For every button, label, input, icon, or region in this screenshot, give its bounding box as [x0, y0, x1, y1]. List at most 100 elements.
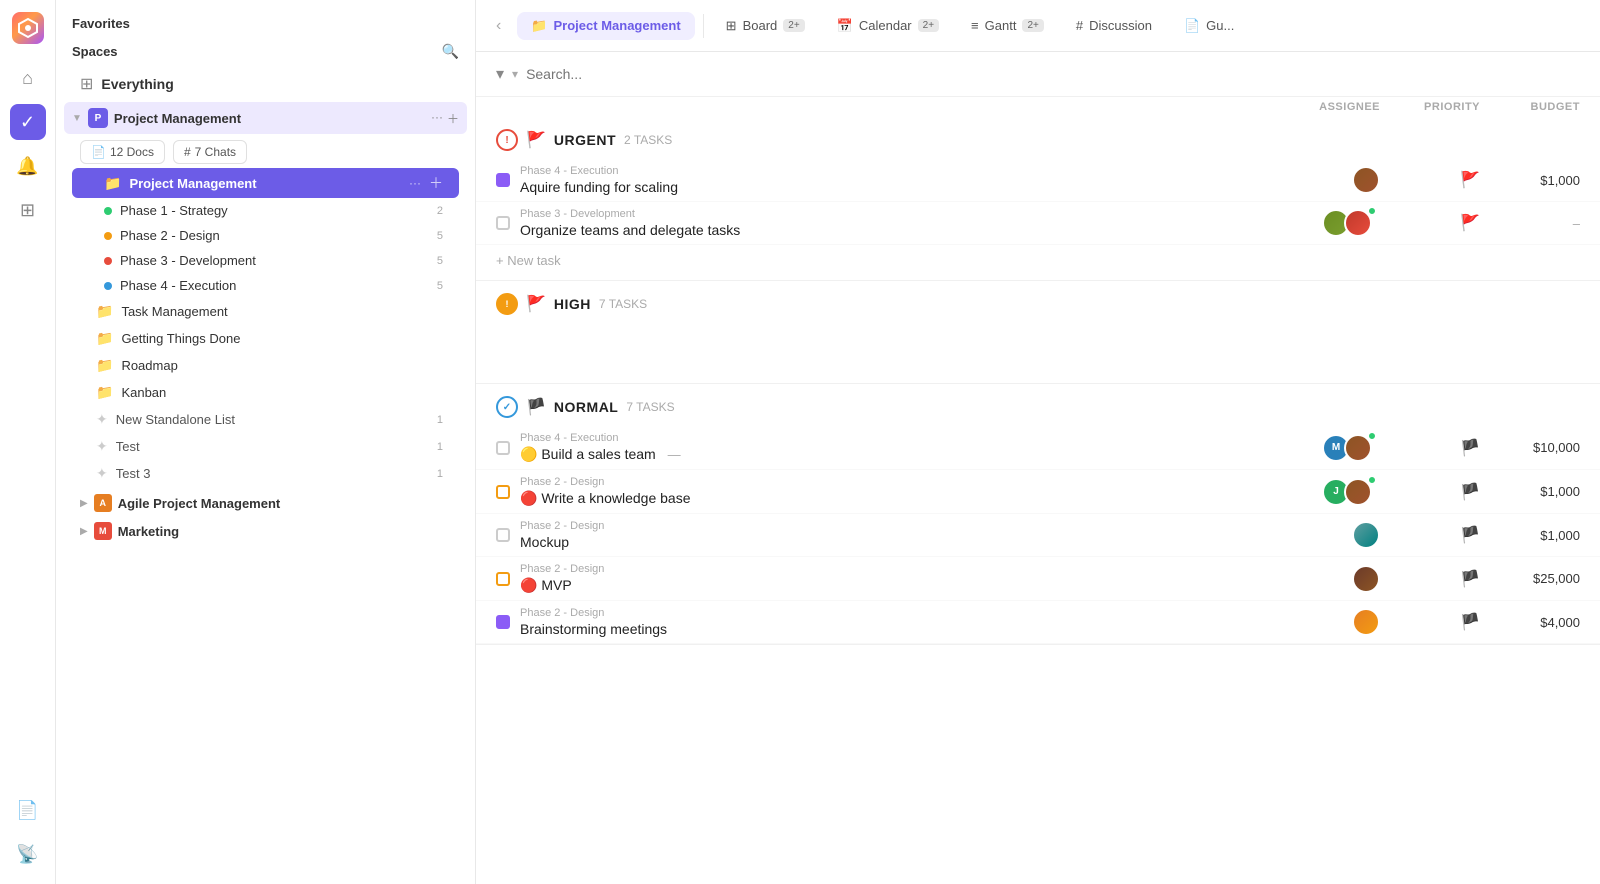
tab-discussion[interactable]: # Discussion: [1062, 12, 1166, 39]
task-row[interactable]: Phase 4 - Execution Aquire funding for s…: [476, 159, 1600, 202]
new-task-row[interactable]: + New task: [476, 245, 1600, 280]
high-circle[interactable]: !: [496, 293, 518, 315]
task-assignee: J: [1260, 478, 1380, 506]
tab-gantt[interactable]: ≡ Gantt 2+: [957, 12, 1058, 39]
list-add-icon[interactable]: ＋: [429, 173, 443, 193]
normal-count: 7 TASKS: [626, 400, 674, 414]
tab-folder-icon: 📁: [531, 18, 547, 34]
phase4-list[interactable]: Phase 4 - Execution 5: [72, 273, 459, 298]
docs-button[interactable]: 📄 12 Docs: [80, 140, 165, 164]
roadmap-folder[interactable]: 📁 Roadmap: [72, 352, 459, 379]
chats-button[interactable]: # 7 Chats: [173, 140, 247, 164]
tab-divider: [703, 14, 704, 38]
task-name: 🔴 MVP: [520, 577, 1260, 594]
task-phase: Phase 4 - Execution: [520, 165, 1260, 177]
high-section: ! 🚩 HIGH 7 TASKS: [476, 281, 1600, 384]
task-priority: 🚩: [1380, 213, 1480, 233]
task-name: 🟡 Build a sales team —: [520, 446, 1260, 463]
agile-space-item[interactable]: ▶ A Agile Project Management: [64, 489, 467, 517]
tab-gu[interactable]: 📄 Gu...: [1170, 12, 1248, 40]
task-checkbox[interactable]: [496, 572, 510, 586]
phase3-list[interactable]: Phase 3 - Development 5: [72, 248, 459, 273]
home-nav[interactable]: ⌂: [10, 60, 46, 96]
task-checkbox[interactable]: [496, 441, 510, 455]
task-checkbox[interactable]: [496, 615, 510, 629]
task-phase: Phase 2 - Design: [520, 607, 1260, 619]
tab-calendar[interactable]: 📅 Calendar 2+: [823, 12, 953, 40]
priority-flag-icon: 🏴: [1460, 612, 1480, 632]
task-checkbox[interactable]: [496, 528, 510, 542]
urgent-section: ASSIGNEE PRIORITY BUDGET ! 🚩 URGENT 2 TA…: [476, 97, 1600, 281]
collapse-sidebar-btn[interactable]: ‹: [492, 13, 505, 39]
filter-icon[interactable]: ▾: [496, 64, 504, 84]
radio-nav[interactable]: 📡: [10, 836, 46, 872]
standalone-test[interactable]: ✦ Test 1: [72, 433, 459, 460]
bell-nav[interactable]: 🔔: [10, 148, 46, 184]
task-management-folder[interactable]: 📁 Task Management: [72, 298, 459, 325]
standalone-icon: ✦: [96, 411, 108, 428]
task-phase: Phase 2 - Design: [520, 476, 1260, 488]
standalone-test3[interactable]: ✦ Test 3 1: [72, 460, 459, 487]
folder-icon: 📁: [96, 330, 113, 347]
tab-board[interactable]: ⊞ Board 2+: [712, 12, 819, 40]
space-add-icon[interactable]: ＋: [447, 110, 459, 127]
everything-label: Everything: [101, 76, 173, 92]
task-info: Phase 3 - Development Organize teams and…: [520, 208, 1260, 238]
spaces-label: Spaces: [72, 44, 118, 59]
urgent-circle[interactable]: !: [496, 129, 518, 151]
task-phase: Phase 3 - Development: [520, 208, 1260, 220]
task-assignee: [1260, 608, 1380, 636]
search-input[interactable]: [526, 66, 1580, 82]
task-priority: 🏴: [1380, 569, 1480, 589]
task-status-icon: 🔴: [520, 577, 537, 593]
task-checkbox[interactable]: [496, 216, 510, 230]
col-headers: ASSIGNEE PRIORITY BUDGET: [476, 97, 1600, 117]
normal-header[interactable]: ✓ 🏴 NORMAL 7 TASKS: [476, 384, 1600, 426]
priority-header: PRIORITY: [1380, 101, 1480, 113]
marketing-space-item[interactable]: ▶ M Marketing: [64, 517, 467, 545]
task-row[interactable]: Phase 3 - Development Organize teams and…: [476, 202, 1600, 245]
task-checkbox[interactable]: [496, 173, 510, 187]
doc-nav[interactable]: 📄: [10, 792, 46, 828]
task-priority: 🏴: [1380, 482, 1480, 502]
filter-dropdown-arrow[interactable]: ▾: [512, 67, 518, 81]
getting-things-done-folder[interactable]: 📁 Getting Things Done: [72, 325, 459, 352]
tab-bar: ‹ 📁 Project Management ⊞ Board 2+ 📅 Cale…: [476, 0, 1600, 52]
everything-item[interactable]: ⊞ Everything: [64, 68, 467, 100]
task-row[interactable]: Phase 4 - Execution 🟡 Build a sales team…: [476, 426, 1600, 470]
normal-title: NORMAL: [554, 399, 618, 415]
high-header[interactable]: ! 🚩 HIGH 7 TASKS: [476, 281, 1600, 323]
grid-nav[interactable]: ⊞: [10, 192, 46, 228]
normal-flag: 🏴: [526, 397, 546, 417]
tab-project-management[interactable]: 📁 Project Management: [517, 12, 694, 40]
task-priority: 🏴: [1380, 612, 1480, 632]
agile-avatar: A: [94, 494, 112, 512]
avatar: [1352, 565, 1380, 593]
urgent-header[interactable]: ! 🚩 URGENT 2 TASKS: [476, 117, 1600, 159]
task-row[interactable]: Phase 2 - Design 🔴 MVP 🏴 $25,000: [476, 557, 1600, 601]
tab-hash-icon: #: [1076, 18, 1083, 33]
kanban-folder[interactable]: 📁 Kanban: [72, 379, 459, 406]
task-name: Brainstorming meetings: [520, 621, 1260, 637]
space-more-icon[interactable]: ···: [431, 110, 443, 127]
list-more-icon[interactable]: ···: [409, 176, 421, 190]
task-checkbox[interactable]: [496, 485, 510, 499]
task-phase: Phase 2 - Design: [520, 563, 1260, 575]
tab-gantt-icon: ≡: [971, 18, 979, 33]
tasks-nav[interactable]: ✓: [10, 104, 46, 140]
normal-circle[interactable]: ✓: [496, 396, 518, 418]
task-assignee: [1260, 565, 1380, 593]
task-info: Phase 2 - Design 🔴 Write a knowledge bas…: [520, 476, 1260, 507]
task-row[interactable]: Phase 2 - Design Brainstorming meetings …: [476, 601, 1600, 644]
space-avatar: P: [88, 108, 108, 128]
project-management-list-active[interactable]: 📁 Project Management ··· ＋: [72, 168, 459, 198]
spaces-search-icon[interactable]: 🔍: [442, 43, 459, 60]
phase2-list[interactable]: Phase 2 - Design 5: [72, 223, 459, 248]
phase1-list[interactable]: Phase 1 - Strategy 2: [72, 198, 459, 223]
task-row[interactable]: Phase 2 - Design 🔴 Write a knowledge bas…: [476, 470, 1600, 514]
tab-calendar-icon: 📅: [837, 18, 853, 34]
task-row[interactable]: Phase 2 - Design Mockup 🏴 $1,000: [476, 514, 1600, 557]
task-name: Mockup: [520, 534, 1260, 550]
space-header[interactable]: ▼ P Project Management ··· ＋: [64, 102, 467, 134]
standalone-new-list[interactable]: ✦ New Standalone List 1: [72, 406, 459, 433]
